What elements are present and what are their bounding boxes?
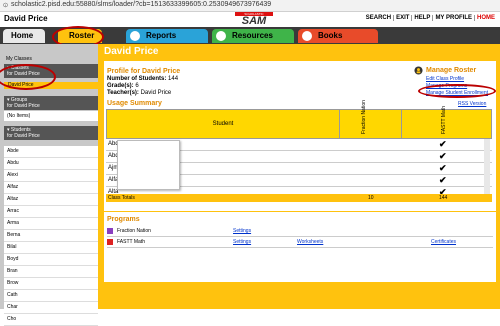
tab-home-label: Home xyxy=(11,31,34,40)
list-item[interactable]: Bran xyxy=(4,266,98,278)
class-totals-label: Class Totals xyxy=(108,195,135,201)
settings-link[interactable]: Settings xyxy=(233,237,251,247)
home-link[interactable]: HOME xyxy=(475,15,497,21)
search-link[interactable]: SEARCH xyxy=(363,15,395,21)
manage-roster-icon xyxy=(414,66,423,75)
students-header[interactable]: ▾ Students for David Price xyxy=(4,126,98,140)
teachers-line: Teacher(s): David Price xyxy=(107,90,171,96)
list-item[interactable]: Altaz xyxy=(4,194,98,206)
tab-reports-label: Reports xyxy=(146,31,177,40)
list-item[interactable]: Boyd xyxy=(4,254,98,266)
program-row-fastt-math: FASTT Math Settings Worksheets Certifica… xyxy=(107,237,493,248)
app-header: David Price SCHOLASTIC SAM SEARCH EXIT HEL… xyxy=(0,12,500,27)
grades-label: Grade(s): xyxy=(107,83,134,89)
profile-title: Profile for David Price xyxy=(107,68,181,75)
worksheets-link[interactable]: Worksheets xyxy=(297,237,323,247)
exit-link[interactable]: EXIT xyxy=(394,15,413,21)
resources-icon xyxy=(216,31,226,41)
teachers-label: Teacher(s): xyxy=(107,90,139,96)
help-link[interactable]: HELP xyxy=(412,15,434,21)
program-name: FASTT Math xyxy=(117,239,145,245)
check-icon: ✔ xyxy=(439,175,447,185)
col-fastt-math-label: FASTT Math xyxy=(441,106,447,134)
my-classes-label: My Classes xyxy=(6,56,32,62)
sam-logo: SCHOLASTIC SAM xyxy=(227,12,281,27)
program-name: Fraction Nation xyxy=(117,228,151,234)
check-icon: ✔ xyxy=(439,139,447,149)
tab-resources[interactable]: Resources xyxy=(212,29,294,43)
edit-class-profile-link[interactable]: Edit Class Profile xyxy=(426,76,464,82)
list-item[interactable]: Abde xyxy=(4,146,98,158)
usage-summary-title: Usage Summary xyxy=(107,100,162,107)
list-item[interactable]: Cho xyxy=(4,314,98,326)
my-profile-link[interactable]: MY PROFILE xyxy=(433,15,475,21)
certificates-link[interactable]: Certificates xyxy=(431,237,456,247)
teachers-value: David Price xyxy=(140,90,172,96)
col-student[interactable]: Student xyxy=(107,110,340,138)
rss-version-link[interactable]: RSS Version xyxy=(458,101,486,107)
reports-icon xyxy=(130,31,140,41)
students-sub: for David Price xyxy=(7,133,40,139)
settings-link[interactable]: Settings xyxy=(233,226,251,236)
program-row-fraction-nation: Fraction Nation Settings xyxy=(107,226,493,237)
list-item[interactable]: Cath xyxy=(4,290,98,302)
grades-value: 6 xyxy=(135,83,139,89)
col-fraction-nation-label: Fraction Nation xyxy=(361,100,367,134)
tab-reports[interactable]: Reports xyxy=(126,29,208,43)
list-item[interactable]: Brow xyxy=(4,278,98,290)
groups-sub: for David Price xyxy=(7,103,40,109)
tab-books-label: Books xyxy=(318,31,343,40)
check-icon: ✔ xyxy=(439,163,447,173)
fraction-nation-icon xyxy=(107,228,113,234)
col-fraction-nation[interactable]: Fraction Nation xyxy=(339,100,402,138)
totals-fastt-math: 144 xyxy=(439,195,448,201)
class-totals-row: Class Totals 10 144 xyxy=(106,194,492,202)
fastt-math-icon xyxy=(107,239,113,245)
list-item[interactable]: Bilal xyxy=(4,242,98,254)
enrollment-highlight-circle xyxy=(418,84,496,98)
address-bar[interactable]: scholastic2.pisd.edu:55880/slms/loader/?… xyxy=(0,0,500,12)
usage-table-header: Student Fraction Nation FASTT Math xyxy=(106,100,492,139)
list-item[interactable]: Alfaz xyxy=(4,182,98,194)
col-fastt-math[interactable]: FASTT Math xyxy=(401,106,491,138)
list-item[interactable]: Arma xyxy=(4,218,98,230)
list-item[interactable]: Alexi xyxy=(4,170,98,182)
page-title: David Price xyxy=(104,46,159,57)
books-icon xyxy=(302,31,312,41)
url-text: scholastic2.pisd.edu:55880/slms/loader/?… xyxy=(11,1,272,8)
info-icon xyxy=(3,2,8,8)
groups-section[interactable]: ▾ Groups for David Price xyxy=(4,96,98,110)
list-item[interactable]: Arrac xyxy=(4,206,98,218)
num-students-value: 144 xyxy=(168,76,179,82)
list-item[interactable]: Berna xyxy=(4,230,98,242)
num-students-label: Number of Students: xyxy=(107,76,167,82)
table-scrollbar[interactable] xyxy=(484,139,490,194)
students-section[interactable]: ▾ Students for David Price xyxy=(4,126,98,140)
totals-fraction-nation: 10 xyxy=(368,195,374,201)
programs-title: Programs xyxy=(107,216,140,223)
blank-popup xyxy=(117,140,180,190)
tab-resources-label: Resources xyxy=(232,31,273,40)
check-icon: ✔ xyxy=(439,151,447,161)
groups-header[interactable]: ▾ Groups for David Price xyxy=(4,96,98,110)
students-list[interactable]: Abde Abdu Alexi Alfaz Altaz Arrac Arma B… xyxy=(4,146,98,326)
list-item[interactable]: Abdu xyxy=(4,158,98,170)
top-links: SEARCH EXIT HELP MY PROFILE HOME xyxy=(363,15,497,21)
grades-line: Grade(s): 6 xyxy=(107,83,139,89)
manage-roster-title: Manage Roster xyxy=(426,67,477,74)
tab-home[interactable]: Home xyxy=(3,29,45,43)
tab-books[interactable]: Books xyxy=(298,29,378,43)
group-item-empty: (No Items) xyxy=(4,111,98,121)
logo-name: SAM xyxy=(241,15,267,27)
list-item[interactable]: Char xyxy=(4,302,98,314)
user-name: David Price xyxy=(4,14,48,23)
num-students-line: Number of Students: 144 xyxy=(107,76,178,82)
